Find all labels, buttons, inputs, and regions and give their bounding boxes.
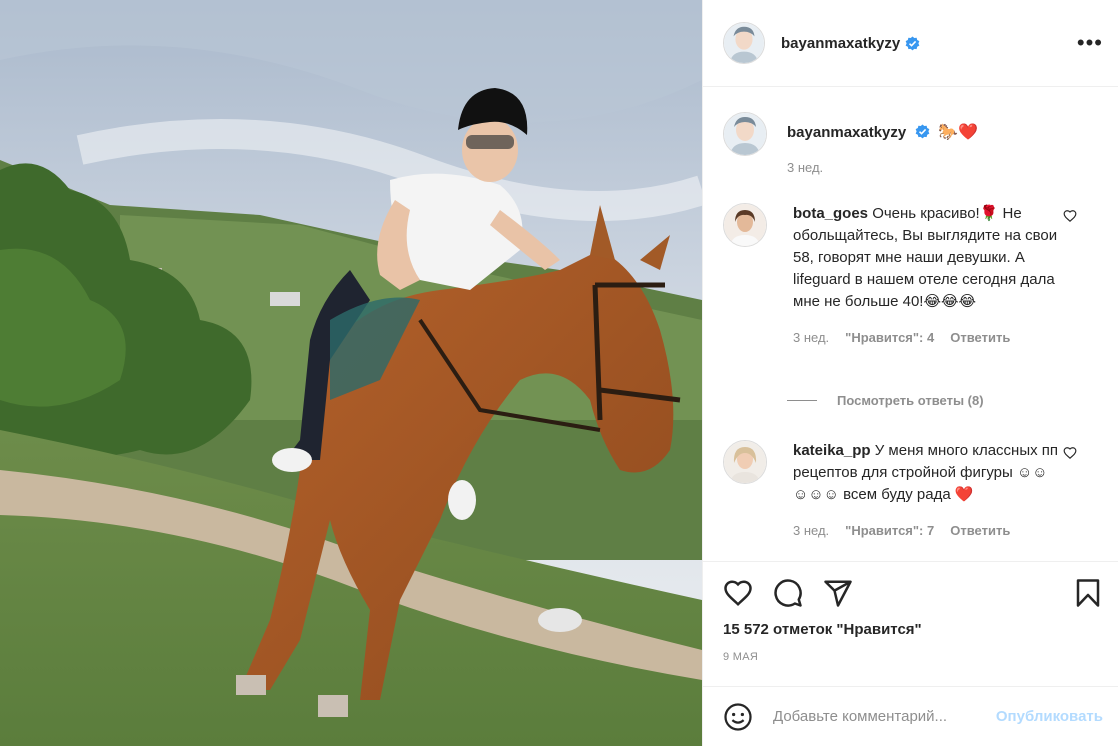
- post-actions: 15 572 отметок "Нравится" 9 МАЯ: [703, 561, 1118, 685]
- caption-time[interactable]: 3 нед.: [787, 160, 978, 175]
- like-comment-heart-icon[interactable]: [1063, 446, 1077, 460]
- photo-illustration: [0, 0, 702, 746]
- reply-button[interactable]: Ответить: [950, 327, 1010, 349]
- view-replies-button[interactable]: Посмотреть ответы (8): [787, 393, 984, 408]
- post-details-panel: bayanmaxatkyzy ••• bayanmaxatkyzy 🐎❤️ 3 …: [702, 0, 1118, 746]
- comment-input[interactable]: [773, 708, 973, 725]
- verified-badge-icon: [905, 35, 920, 50]
- likes-count[interactable]: 15 572 отметок "Нравится": [723, 621, 922, 638]
- avatar-image: [724, 23, 764, 63]
- like-comment-heart-icon[interactable]: [1063, 209, 1077, 223]
- comment-body: bota_goes Очень красиво!🌹 Не обольщайтес…: [793, 203, 1061, 349]
- share-icon[interactable]: [823, 578, 853, 608]
- comments-list[interactable]: bayanmaxatkyzy 🐎❤️ 3 нед. bota_goes Очен…: [703, 88, 1118, 560]
- comment-username[interactable]: bota_goes: [793, 205, 872, 222]
- comment-item: bota_goes Очень красиво!🌹 Не обольщайтес…: [723, 203, 1103, 349]
- bookmark-icon[interactable]: [1073, 578, 1103, 608]
- post-author-username[interactable]: bayanmaxatkyzy: [781, 35, 900, 52]
- comment-item: kateika_pp У меня много классных пп реце…: [723, 440, 1103, 542]
- avatar-image: [724, 204, 766, 246]
- verified-badge-icon: [915, 124, 930, 139]
- replies-divider: [787, 400, 817, 401]
- heart-icon[interactable]: [723, 578, 753, 608]
- comment-body: kateika_pp У меня много классных пп реце…: [793, 440, 1061, 542]
- comment-meta: 3 нед. "Нравится": 7 Ответить: [793, 520, 1061, 542]
- avatar[interactable]: [723, 203, 767, 247]
- comment-likes[interactable]: "Нравится": 7: [845, 520, 934, 542]
- comment-time[interactable]: 3 нед.: [793, 327, 829, 349]
- comment-icon[interactable]: [773, 578, 803, 608]
- view-replies-label: Посмотреть ответы (8): [837, 393, 984, 408]
- emoji-icon[interactable]: [723, 702, 753, 732]
- post-date[interactable]: 9 МАЯ: [723, 651, 758, 663]
- caption: bayanmaxatkyzy 🐎❤️ 3 нед.: [723, 112, 1103, 175]
- caption-text: 🐎❤️: [938, 124, 978, 141]
- comment-meta: 3 нед. "Нравится": 4 Ответить: [793, 327, 1061, 349]
- comment-likes[interactable]: "Нравится": 4: [845, 327, 934, 349]
- comment-username[interactable]: kateika_pp: [793, 442, 875, 459]
- avatar[interactable]: [723, 22, 765, 64]
- publish-button[interactable]: Опубликовать: [996, 708, 1103, 725]
- avatar-image: [724, 113, 766, 155]
- comment-time[interactable]: 3 нед.: [793, 520, 829, 542]
- caption-body: bayanmaxatkyzy 🐎❤️ 3 нед.: [787, 112, 978, 175]
- post-header: bayanmaxatkyzy •••: [703, 0, 1118, 87]
- reply-button[interactable]: Ответить: [950, 520, 1010, 542]
- more-options-icon[interactable]: •••: [1077, 32, 1103, 54]
- caption-username[interactable]: bayanmaxatkyzy: [787, 124, 906, 141]
- avatar[interactable]: [723, 440, 767, 484]
- avatar[interactable]: [723, 112, 767, 156]
- avatar-image: [724, 441, 766, 483]
- add-comment-bar: Опубликовать: [703, 686, 1118, 746]
- post-photo[interactable]: [0, 0, 702, 746]
